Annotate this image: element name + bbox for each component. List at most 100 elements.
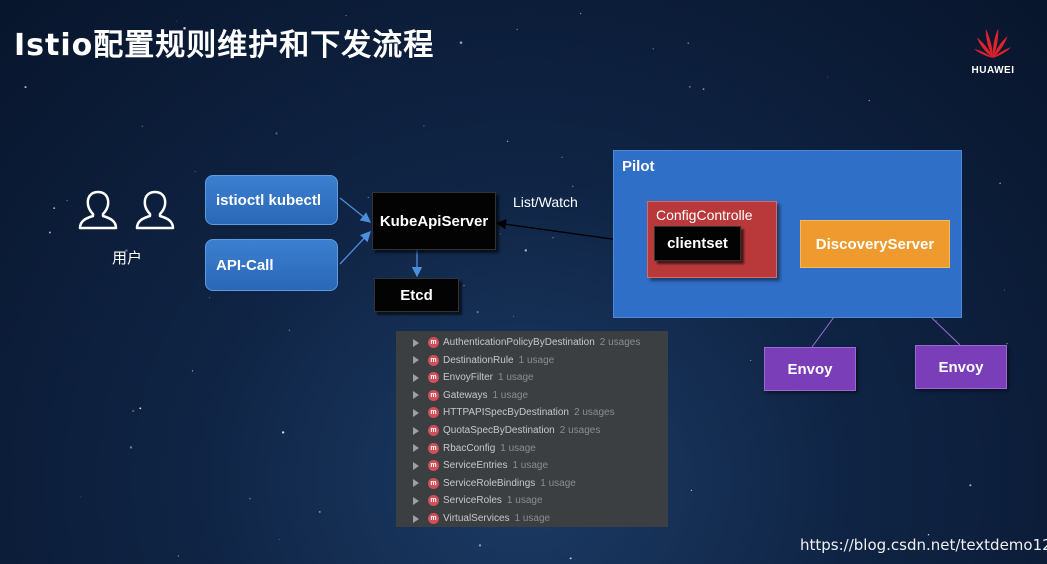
star [513, 315, 514, 317]
star [478, 544, 482, 547]
config-controller-label: ConfigControlle [656, 207, 753, 223]
star [524, 249, 527, 252]
envoy-node: Envoy [764, 347, 856, 391]
star [367, 196, 369, 198]
crd-list-item[interactable]: m HTTPAPISpecByDestination 2 usages [396, 404, 615, 421]
star [999, 182, 1001, 185]
star [423, 125, 425, 127]
crd-item-usage: 2 usages [573, 407, 615, 419]
crd-list-item[interactable]: m ServiceRoles 1 usage [396, 492, 543, 509]
star [516, 28, 518, 31]
envoy-node: Envoy [915, 345, 1007, 389]
expand-arrow-icon[interactable] [413, 461, 419, 470]
crd-item-usage: 2 usages [559, 425, 601, 436]
star [53, 207, 56, 209]
star [24, 86, 27, 89]
crd-item-name: DestinationRule [443, 354, 514, 366]
user-outline-icon [78, 190, 118, 230]
star [463, 285, 465, 287]
expand-arrow-icon[interactable] [413, 444, 419, 453]
star [194, 171, 196, 172]
user-outline-icon [135, 190, 175, 230]
star [278, 538, 280, 540]
istioctl-kubectl-node: istioctl kubectl [205, 175, 338, 225]
crd-list-panel: m AuthenticationPolicyByDestination 2 usag… [396, 331, 668, 527]
star [552, 237, 554, 239]
crd-item-usage: 1 usage [500, 442, 536, 454]
method-icon: m [428, 372, 439, 384]
star [750, 359, 752, 362]
method-icon: m [428, 407, 439, 419]
expand-arrow-icon[interactable] [413, 426, 419, 435]
star [249, 497, 251, 500]
kube-api-server-node: KubeApiServer [372, 192, 496, 250]
crd-item-usage: 1 usage [492, 389, 529, 401]
method-icon: m [428, 442, 439, 454]
crd-list-item[interactable]: m ServiceEntries 1 usage [396, 457, 548, 474]
crd-item-name: AuthenticationPolicyByDestination [443, 337, 595, 348]
expand-arrow-icon[interactable] [413, 479, 419, 488]
method-icon: m [428, 495, 439, 507]
star [281, 431, 285, 434]
crd-list-item[interactable]: m VirtualServices 1 usage [396, 510, 550, 527]
crd-item-usage: 1 usage [512, 460, 549, 472]
list-watch-label: List/Watch [513, 194, 578, 210]
star [652, 47, 655, 50]
discovery-server-node: DiscoveryServer [800, 220, 950, 268]
method-icon: m [428, 337, 439, 348]
crd-item-usage: 1 usage [514, 513, 551, 524]
method-icon: m [428, 425, 439, 436]
method-icon: m [428, 354, 439, 366]
logo-text: HUAWEI [971, 65, 1015, 76]
method-icon: m [428, 513, 439, 524]
star [459, 41, 463, 44]
crd-list-item[interactable]: m DestinationRule 1 usage [396, 352, 554, 369]
crd-item-usage: 1 usage [498, 372, 534, 384]
expand-arrow-icon[interactable] [413, 496, 419, 505]
crd-item-name: QuotaSpecByDestination [443, 425, 555, 436]
star [687, 42, 690, 45]
watermark-url: https://blog.csdn.net/textdemo123 [800, 536, 1047, 554]
huawei-logo-icon [973, 28, 1012, 58]
crd-list-item[interactable]: m RbacConfig 1 usage [396, 440, 536, 457]
star [288, 329, 290, 331]
expand-arrow-icon[interactable] [413, 408, 419, 417]
star [476, 310, 479, 314]
star [48, 231, 51, 234]
expand-arrow-icon[interactable] [413, 391, 419, 400]
star [318, 510, 321, 513]
pilot-label: Pilot [622, 158, 655, 175]
star [935, 320, 937, 322]
crd-item-name: Gateways [443, 389, 488, 401]
page-title: Istio配置规则维护和下发流程 [14, 28, 435, 63]
star [132, 409, 135, 413]
star [345, 15, 347, 16]
crd-list-item[interactable]: m ServiceRoleBindings 1 usage [396, 475, 576, 492]
star [702, 88, 705, 90]
crd-list-item[interactable]: m QuotaSpecByDestination 2 usages [396, 422, 600, 439]
star [572, 185, 574, 187]
expand-arrow-icon[interactable] [413, 338, 419, 347]
star [177, 555, 180, 557]
expand-arrow-icon[interactable] [413, 356, 419, 365]
crd-list-item[interactable]: m Gateways 1 usage [396, 387, 528, 404]
crd-item-name: ServiceRoleBindings [443, 477, 536, 489]
crd-item-usage: 2 usages [599, 337, 641, 348]
star [208, 296, 211, 299]
star [579, 12, 582, 15]
expand-arrow-icon[interactable] [413, 373, 419, 382]
crd-item-name: VirtualServices [443, 513, 510, 524]
crd-item-name: ServiceRoles [443, 495, 502, 507]
star [275, 132, 278, 135]
expand-arrow-icon[interactable] [413, 514, 419, 523]
star [827, 76, 829, 78]
crd-list-item[interactable]: m EnvoyFilter 1 usage [396, 369, 534, 386]
star [129, 446, 133, 449]
star [139, 407, 142, 410]
crd-item-name: ServiceEntries [443, 460, 508, 472]
method-icon: m [428, 460, 439, 472]
method-icon: m [428, 389, 439, 401]
star [690, 489, 693, 492]
crd-list-item[interactable]: m AuthenticationPolicyByDestination 2 usag… [396, 334, 640, 351]
clientset-node: clientset [654, 226, 741, 261]
